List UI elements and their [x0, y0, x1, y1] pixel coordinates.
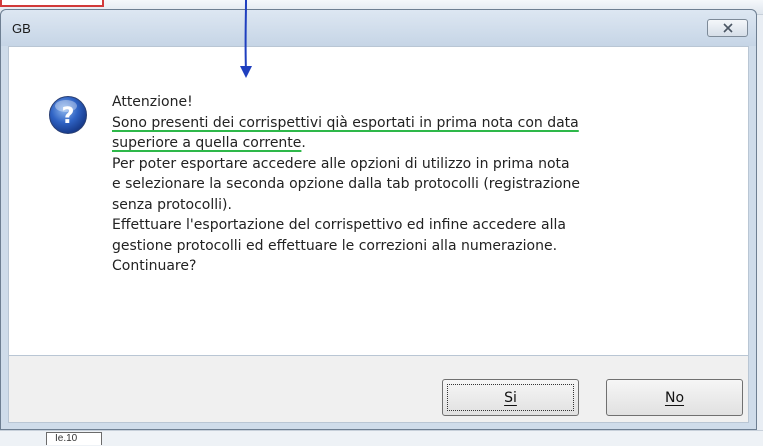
annotation-arrow: [240, 0, 252, 78]
message-line: superiore a quella corrente.: [112, 133, 732, 154]
question-icon: ?: [49, 96, 87, 134]
title-bar: GB: [1, 10, 756, 46]
message-line: senza protocolli).: [112, 196, 232, 213]
dialog-content: ? Attenzione! Sono presenti dei corrispe…: [8, 46, 749, 356]
annotation-box: [0, 0, 104, 7]
message-line: gestione protocolli ed effettuare le cor…: [112, 237, 558, 254]
yes-button-label: Si: [504, 389, 517, 406]
no-button[interactable]: No: [606, 379, 743, 416]
message-line-highlighted: Sono presenti dei corrispettivi qià espo…: [112, 114, 579, 131]
message-line: Attenzione!: [112, 94, 193, 110]
message-line: e selezionare la seconda opzione dalla t…: [112, 176, 581, 192]
close-icon: [722, 23, 733, 33]
message-line: Continuare?: [112, 258, 197, 274]
message-line-highlighted: superiore a quella corrente: [112, 135, 302, 151]
yes-button[interactable]: Si: [442, 379, 579, 416]
close-button[interactable]: [707, 19, 748, 37]
svg-text:?: ?: [62, 104, 75, 129]
dialog-message: Attenzione! Sono presenti dei corrispett…: [112, 92, 732, 277]
dialog-title: GB: [12, 21, 31, 36]
dialog-button-bar: Si No: [8, 356, 749, 423]
message-line: Per poter esportare accedere alle opzion…: [112, 155, 570, 172]
background-window-bottom: [0, 430, 763, 446]
background-cell: Ie.10: [46, 432, 102, 445]
message-line: Effettuare l'esportazione del corrispett…: [112, 217, 566, 233]
message-dialog: GB ? Attenzione! Sono presenti dei corri…: [0, 9, 757, 430]
message-period: .: [301, 135, 306, 151]
no-button-label: No: [664, 389, 685, 406]
